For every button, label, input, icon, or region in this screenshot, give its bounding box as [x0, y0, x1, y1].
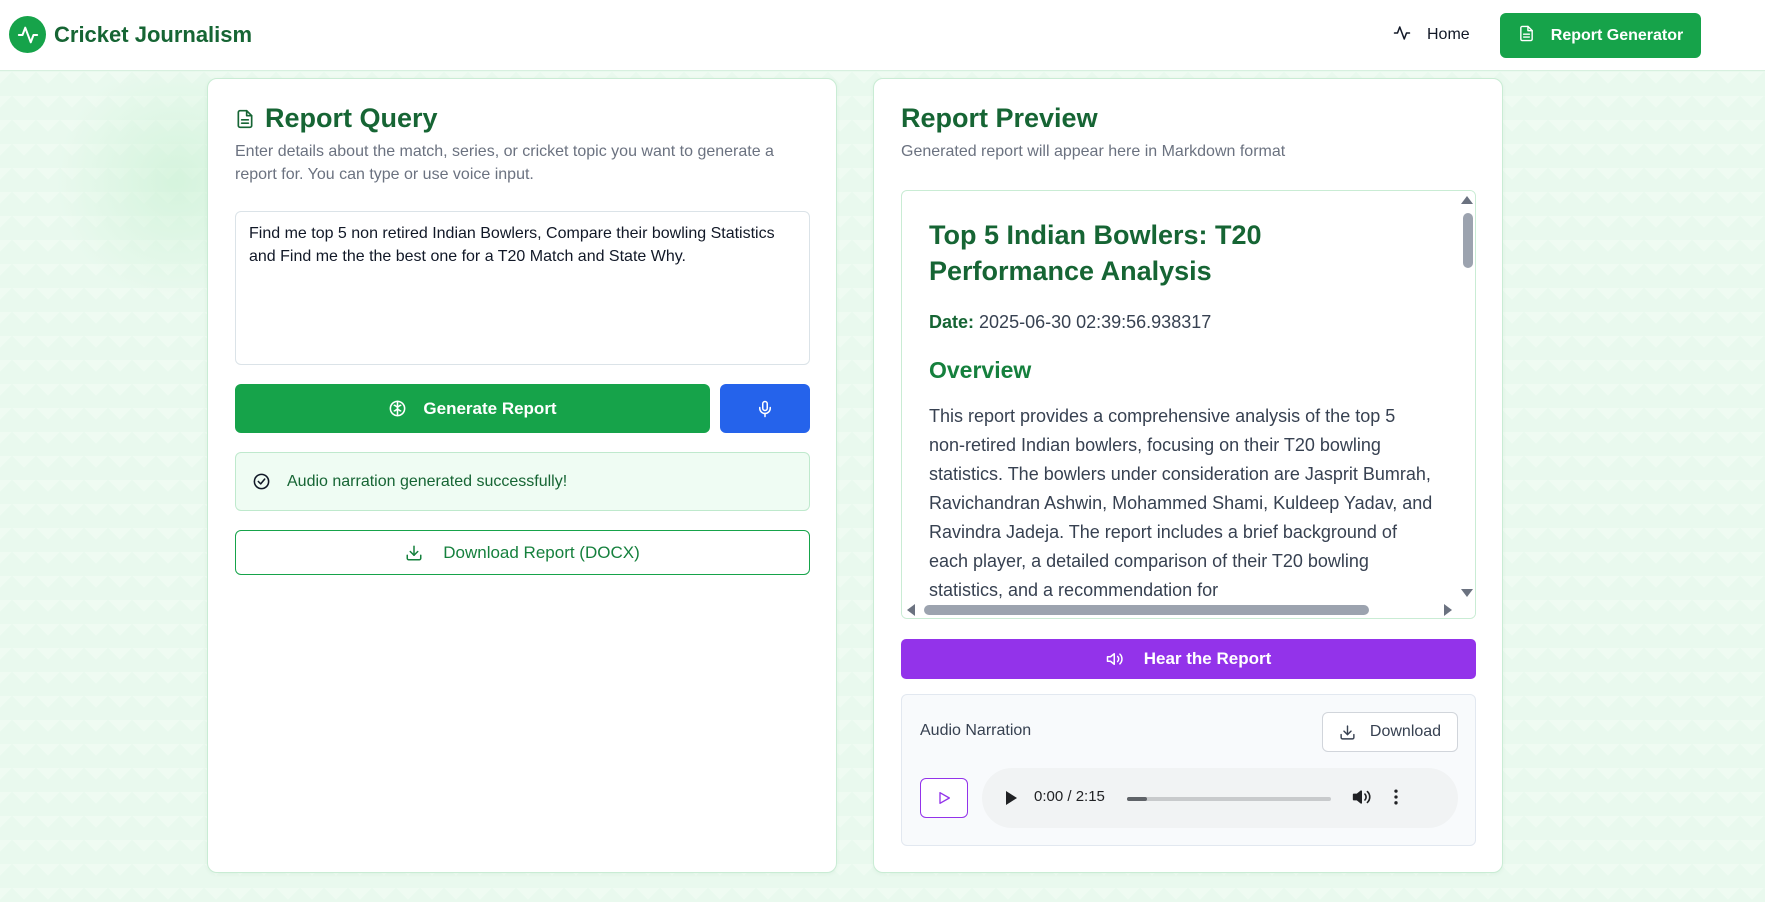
hear-report-label: Hear the Report	[1143, 649, 1272, 668]
report-preview-description: Generated report will appear here in Mar…	[901, 143, 1286, 160]
audio-download-label: Download	[1369, 723, 1442, 740]
report-date-label: Date:	[929, 312, 975, 332]
scroll-down-arrow-icon[interactable]	[1461, 589, 1473, 597]
microphone-icon	[756, 400, 774, 418]
report-query-title-row: Report Query	[235, 103, 438, 134]
scroll-right-arrow-icon[interactable]	[1444, 604, 1452, 616]
brain-icon	[388, 399, 423, 418]
query-textarea[interactable]: Find me top 5 non retired Indian Bowlers…	[235, 211, 810, 365]
report-heading: Top 5 Indian Bowlers: T20 Performance An…	[929, 220, 1262, 286]
audio-narration-label: Audio Narration	[920, 722, 1032, 739]
player-progress-fill	[1127, 797, 1148, 801]
report-paragraph: This report provides a comprehensive ana…	[929, 406, 1433, 600]
nav-report-generator-label: Report Generator	[1550, 26, 1684, 44]
audio-download-button[interactable]: Download	[1322, 712, 1458, 752]
more-vertical-icon[interactable]	[1386, 787, 1406, 812]
success-message: Audio narration generated successfully!	[287, 472, 568, 490]
download-icon	[405, 544, 443, 562]
nav-home-link[interactable]: Home	[1393, 20, 1470, 50]
nav-home-label: Home	[1427, 26, 1470, 43]
file-text-icon	[235, 108, 255, 130]
activity-icon	[1393, 24, 1411, 47]
file-text-icon	[1518, 25, 1551, 47]
generate-report-button[interactable]: Generate Report	[235, 384, 710, 433]
check-circle-icon	[252, 472, 287, 491]
play-narration-button[interactable]	[920, 778, 968, 818]
top-navbar: Cricket Journalism Home Report Generator	[0, 0, 1765, 71]
speaker-icon[interactable]	[1352, 787, 1372, 812]
success-alert: Audio narration generated successfully!	[235, 452, 810, 511]
horizontal-scrollbar[interactable]	[902, 601, 1475, 618]
report-query-card: Report Query Enter details about the mat…	[207, 78, 837, 873]
report-date: Date: 2025-06-30 02:39:56.938317	[929, 312, 1434, 333]
download-icon	[1339, 724, 1370, 741]
generate-report-label: Generate Report	[423, 398, 557, 418]
vertical-scroll-thumb[interactable]	[1463, 213, 1473, 268]
vertical-scrollbar[interactable]	[1458, 191, 1475, 603]
markdown-preview-pane[interactable]: Top 5 Indian Bowlers: T20 Performance An…	[901, 190, 1476, 619]
report-preview-card: Report Preview Generated report will app…	[873, 78, 1503, 873]
markdown-content: Top 5 Indian Bowlers: T20 Performance An…	[929, 217, 1434, 605]
scroll-up-arrow-icon[interactable]	[1461, 196, 1473, 204]
play-icon	[936, 790, 952, 806]
download-docx-label: Download Report (DOCX)	[443, 542, 640, 562]
hear-report-button[interactable]: Hear the Report	[901, 639, 1476, 679]
player-time: 0:00 / 2:15	[1034, 788, 1105, 805]
activity-pulse-icon	[9, 16, 46, 53]
report-query-title: Report Query	[265, 103, 438, 133]
player-play-icon[interactable]	[1004, 790, 1018, 811]
audio-player: 0:00 / 2:15	[982, 768, 1458, 828]
horizontal-scroll-thumb[interactable]	[924, 605, 1369, 615]
download-docx-button[interactable]: Download Report (DOCX)	[235, 530, 810, 575]
report-preview-title: Report Preview	[901, 103, 1098, 133]
report-query-description: Enter details about the match, series, o…	[235, 143, 774, 183]
brand[interactable]: Cricket Journalism	[9, 16, 252, 53]
audio-narration-panel: Audio Narration Download 0:00 / 2:15	[901, 694, 1476, 846]
report-date-value: 2025-06-30 02:39:56.938317	[979, 312, 1212, 332]
player-progress-slider[interactable]	[1127, 797, 1331, 801]
scroll-left-arrow-icon[interactable]	[907, 604, 915, 616]
volume-icon	[1106, 650, 1144, 668]
report-section-heading: Overview	[929, 357, 1032, 383]
voice-input-button[interactable]	[720, 384, 810, 433]
nav-report-generator-button[interactable]: Report Generator	[1500, 13, 1701, 58]
brand-title: Cricket Journalism	[54, 21, 253, 47]
